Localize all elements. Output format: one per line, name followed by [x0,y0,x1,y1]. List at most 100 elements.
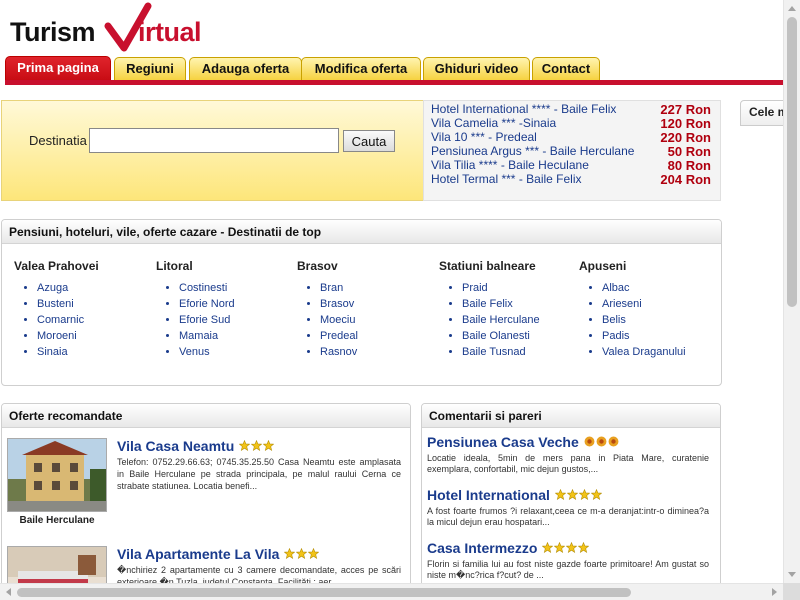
comment-property-link[interactable]: Casa Intermezzo [427,540,709,556]
comment-text: Locatie ideala, 5min de mers pana in Pia… [427,453,709,474]
offer-name-link[interactable]: Vila Tilia **** - Baile Heculane [431,158,589,172]
destination-link[interactable]: Sinaia [37,344,99,360]
offer-name-link[interactable]: Vila 10 *** - Predeal [431,130,537,144]
destination-link[interactable]: Eforie Sud [179,312,235,328]
property-title-link[interactable]: Vila Casa Neamtu [117,438,275,454]
destination-column: Valea Prahovei Azuga Busteni Comarnic Mo… [14,259,99,360]
vertical-scrollbar[interactable] [783,0,800,583]
offer-price: 50 Ron [667,144,711,159]
offer-item[interactable]: Hotel International **** - Baile Felix 2… [431,102,711,117]
destination-link[interactable]: Baile Herculane [462,312,540,328]
property-title-text: Vila Apartamente La Vila [117,546,280,562]
horizontal-scrollbar[interactable] [0,583,783,600]
comment-property-link[interactable]: Hotel International [427,487,709,503]
tab-modifica-oferta[interactable]: Modifica oferta [301,57,421,80]
destination-link[interactable]: Mamaia [179,328,235,344]
comment-item: Pensiunea Casa Veche Locatie ideala, 5mi… [427,434,709,475]
comment-text: A fost foarte frumos ?i relaxant,ceea ce… [427,506,709,527]
logo-text-turism: Turism [10,17,96,47]
tab-ghiduri-video[interactable]: Ghiduri video [423,57,530,80]
comment-property-title: Pensiunea Casa Veche [427,434,579,450]
tab-prima-pagina[interactable]: Prima pagina [5,56,111,80]
flower-star-icon [608,434,619,447]
destination-link[interactable]: Arieseni [602,296,686,312]
destination-link[interactable]: Predeal [320,328,358,344]
scroll-down-icon[interactable] [788,572,796,577]
comment-property-title: Casa Intermezzo [427,540,538,556]
destination-link[interactable]: Rasnov [320,344,358,360]
destination-link[interactable]: Comarnic [37,312,99,328]
destination-link[interactable]: Busteni [37,296,99,312]
destination-link[interactable]: Baile Olanesti [462,328,540,344]
destination-link[interactable]: Valea Draganului [602,344,686,360]
destination-link[interactable]: Costinesti [179,280,235,296]
destination-link[interactable]: Praid [462,280,540,296]
destination-link[interactable]: Bran [320,280,358,296]
offer-item[interactable]: Vila 10 *** - Predeal 220 Ron [431,130,711,145]
scroll-up-icon[interactable] [788,6,796,11]
destination-link[interactable]: Moroeni [37,328,99,344]
offer-price: 120 Ron [660,116,711,131]
star-icon [590,487,603,500]
destination-column-title: Brasov [297,259,338,273]
star-icon [554,487,567,500]
tab-regiuni[interactable]: Regiuni [114,57,186,80]
flower-star-icon [596,434,607,447]
property-photo[interactable] [7,438,107,512]
destination-column: Brasov Bran Brasov Moeciu Predeal Rasnov [297,259,358,360]
star-icon [284,546,296,559]
destination-search-input[interactable] [89,128,339,153]
star-icon [238,438,251,451]
offer-item[interactable]: Pensiunea Argus *** - Baile Herculane 50… [431,144,711,159]
star-icon [296,546,308,559]
comment-item: Casa Intermezzo Florin si familia lui au… [427,540,709,581]
tab-adauga-oferta[interactable]: Adauga oferta [189,57,302,80]
destination-link[interactable]: Baile Tusnad [462,344,540,360]
logo-text-irtual: irtual [138,17,202,47]
star-icon [566,487,579,500]
star-icon [308,546,320,559]
comment-text: Florin si familia lui au fost niste gazd… [427,559,709,580]
offer-price: 220 Ron [660,130,711,145]
scroll-right-icon[interactable] [772,588,777,596]
property-title-text: Vila Casa Neamtu [117,438,235,454]
destination-link[interactable]: Brasov [320,296,358,312]
nav-red-bar [5,80,783,85]
star-icon [566,540,578,553]
scroll-left-icon[interactable] [6,588,11,596]
offer-item[interactable]: Vila Tilia **** - Baile Heculane 80 Ron [431,158,711,173]
property-description: Telefon: 0752.29.66.63; 0745.35.25.50 Ca… [117,457,401,491]
destination-link[interactable]: Belis [602,312,686,328]
destination-link[interactable]: Azuga [37,280,99,296]
offer-item[interactable]: Hotel Termal *** - Baile Felix 204 Ron [431,172,711,187]
offer-price: 204 Ron [660,172,711,187]
offer-item[interactable]: Vila Camelia *** -Sinaia 120 Ron [431,116,711,131]
horizontal-scroll-thumb[interactable] [17,588,631,597]
destination-column-title: Valea Prahovei [14,259,99,273]
top-destinations-box: Pensiuni, hoteluri, vile, oferte cazare … [1,219,722,386]
comment-property-link[interactable]: Pensiunea Casa Veche [427,434,709,450]
offer-name-link[interactable]: Hotel Termal *** - Baile Felix [431,172,582,186]
star-icon [578,487,591,500]
vertical-scroll-thumb[interactable] [787,17,797,307]
search-button[interactable]: Cauta [343,130,395,152]
destination-link[interactable]: Padis [602,328,686,344]
destination-link[interactable]: Baile Felix [462,296,540,312]
recommended-offers-title: Oferte recomandate [2,404,410,428]
offer-name-link[interactable]: Hotel International **** - Baile Felix [431,102,616,116]
destination-column-title: Apuseni [579,259,627,273]
destination-link[interactable]: Venus [179,344,235,360]
star-icon [250,438,263,451]
property-title-link[interactable]: Vila Apartamente La Vila [117,546,320,562]
destination-link[interactable]: Eforie Nord [179,296,235,312]
tab-contact[interactable]: Contact [532,57,600,80]
offer-name-link[interactable]: Vila Camelia *** -Sinaia [431,116,556,130]
offer-name-link[interactable]: Pensiunea Argus *** - Baile Herculane [431,144,634,158]
destination-link[interactable]: Moeciu [320,312,358,328]
search-panel: Destinatia Cauta [1,100,423,201]
destination-link[interactable]: Albac [602,280,686,296]
star-icon [554,540,566,553]
comment-property-title: Hotel International [427,487,550,503]
featured-offers-panel: Hotel International **** - Baile Felix 2… [423,100,721,201]
offer-price: 80 Ron [667,158,711,173]
